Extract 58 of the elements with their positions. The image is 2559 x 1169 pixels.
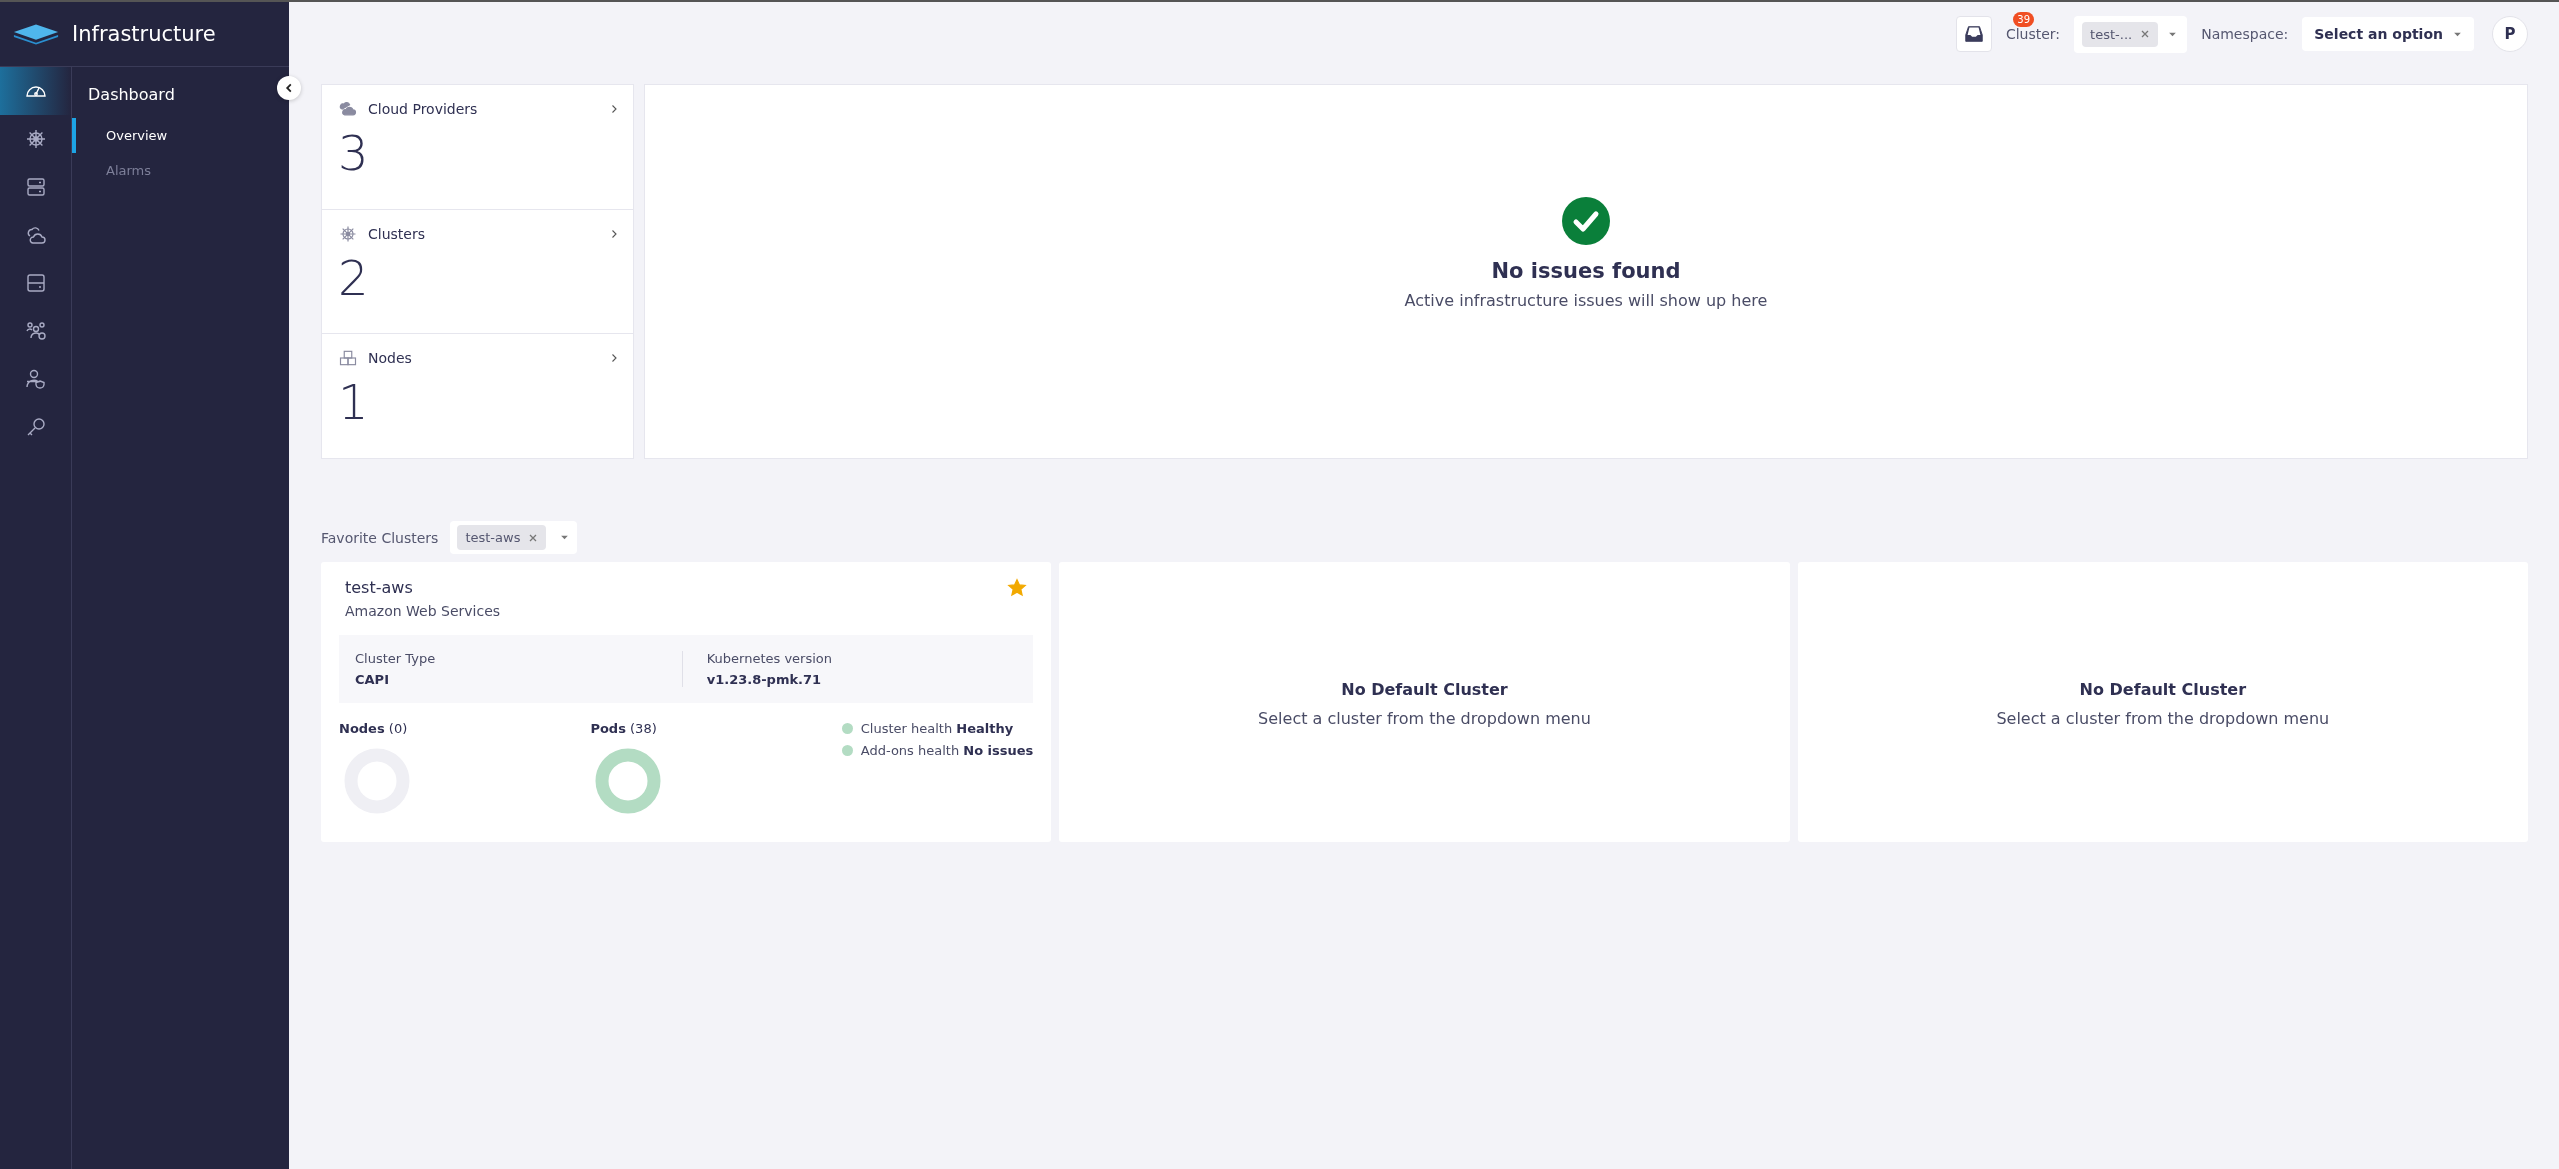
field-value: v1.23.8-pmk.71 (706, 672, 823, 687)
summary-card[interactable]: Cloud Providers 3 (322, 85, 633, 210)
pods-label: Pods (38) (590, 721, 658, 736)
cluster-select[interactable]: test-... (2074, 15, 2188, 53)
chip-label: test-... (2090, 26, 2133, 42)
cluster-provider: Amazon Web Services (345, 603, 501, 619)
app-title: Infrastructure (72, 22, 216, 46)
namespace-label: Namespace: (2201, 26, 2289, 42)
nav-link[interactable]: Overview (72, 118, 289, 153)
caret-icon (2168, 31, 2178, 37)
empty-state-title: No issues found (1491, 259, 1681, 283)
count-value: 1 (338, 374, 370, 431)
count-value: 3 (338, 125, 370, 181)
card-title: Clusters (368, 225, 426, 242)
favorites-select[interactable]: test-aws (450, 521, 578, 554)
section-title: Dashboard (87, 84, 176, 106)
summary-card[interactable]: Clusters 2 (322, 209, 633, 335)
cluster-name: test-aws (345, 578, 414, 597)
donut-drawing (595, 748, 662, 814)
nav-link[interactable]: Alarms (72, 153, 289, 188)
nodes-label: Nodes (0) (339, 721, 409, 736)
field-label: Kubernetes version (706, 651, 833, 666)
close-icon[interactable] (528, 532, 539, 543)
user-avatar[interactable]: P (2492, 16, 2528, 52)
count-value: 2 (338, 249, 370, 306)
field-value: CAPI (355, 672, 390, 687)
card-title: Nodes (368, 350, 413, 367)
check-circle-icon (1562, 197, 1610, 245)
notifications-button[interactable] (1955, 16, 1992, 52)
chevron-right-icon (609, 104, 619, 114)
health-status: Add-ons health No issues (860, 743, 1034, 758)
layers-logo-icon (12, 22, 60, 46)
chevron-right-icon (609, 353, 619, 364)
empty-state-title: No Default Cluster (2079, 680, 2247, 699)
chevron-right-icon (609, 228, 619, 239)
nav-rail-item[interactable] (0, 67, 71, 115)
user-shield-icon (23, 367, 48, 391)
collapse-button[interactable] (277, 76, 301, 100)
health-status: Cluster health Healthy (860, 721, 1014, 736)
field-label: Cluster Type (355, 651, 437, 666)
cluster-label: Cluster: (2005, 26, 2061, 42)
empty-state-title: No Default Cluster (1341, 680, 1508, 699)
card-title: Cloud Providers (368, 101, 479, 117)
empty-state-text: Select a cluster from the dropdown menu (1258, 709, 1591, 728)
select-value: Select an option (2314, 26, 2443, 42)
close-icon[interactable] (2140, 29, 2151, 39)
empty-state-text: Select a cluster from the dropdown menu (1996, 709, 2330, 728)
namespace-select[interactable]: Select an option (2302, 17, 2474, 51)
users-gear-icon (23, 319, 48, 343)
chip-label: test-aws (465, 530, 521, 545)
caret-icon (560, 535, 570, 540)
caret-icon (2453, 31, 2462, 37)
star-icon[interactable] (1007, 578, 1028, 598)
notification-count-badge: 39 (2013, 12, 2034, 27)
favorites-label: Favorite Clusters (321, 529, 439, 546)
empty-state-text: Active infrastructure issues will show up here (1404, 291, 1768, 310)
inbox-icon (1962, 23, 1985, 45)
summary-card[interactable]: Nodes 1 (322, 334, 633, 458)
